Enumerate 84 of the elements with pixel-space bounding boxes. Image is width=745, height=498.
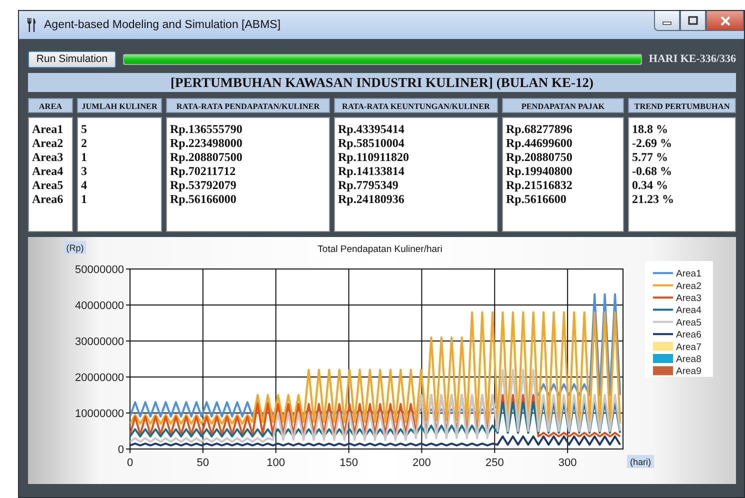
table-cell-text: Area6 xyxy=(32,192,64,206)
window-title: Agent-based Modeling and Simulation [ABMS] xyxy=(44,19,281,31)
axis-tick-label: 30000000 xyxy=(75,336,124,348)
table-cell-text: 0.34 % xyxy=(632,178,669,192)
axis-tick-label: 0 xyxy=(118,444,124,456)
column-header: JUMLAH KULINER xyxy=(77,98,162,113)
table-cell-text: Rp.44699600 xyxy=(506,136,574,150)
legend-line-icon xyxy=(653,308,673,311)
table-cell-text: -2.69 % xyxy=(632,136,673,150)
axis-tick-label: 20000000 xyxy=(75,372,124,384)
axis-tick-label: 0 xyxy=(126,457,134,469)
table-cell-text: Rp.70211712 xyxy=(170,164,237,178)
table-cell-text: Rp.136555790 xyxy=(170,122,244,136)
minimize-button[interactable] xyxy=(654,11,680,31)
table-cell-text: Rp.223498000 xyxy=(170,136,244,150)
legend-label: Area5 xyxy=(676,317,702,328)
table-cell-text: Rp.53792079 xyxy=(170,178,238,192)
day-counter: HARI KE-336/336 xyxy=(648,53,736,65)
table-cell-text: Rp.110911820 xyxy=(338,150,410,164)
table-cell-text: Area3 xyxy=(32,150,64,164)
table-cell-text: 4 xyxy=(81,178,88,192)
maximize-button[interactable] xyxy=(680,11,706,31)
x-axis-title: (hari) xyxy=(630,457,652,467)
table-cell-text: Rp.5616600 xyxy=(506,192,568,206)
axis-tick-label: 300 xyxy=(558,457,577,469)
table-cell-text: 1 xyxy=(81,150,88,164)
axis-tick-label: 100 xyxy=(266,457,286,469)
table-cell-text: Rp.43395414 xyxy=(338,122,406,136)
axis-tick-label: 50 xyxy=(196,457,210,469)
table-cell-text: Rp.19940800 xyxy=(506,164,574,178)
legend-label: Area4 xyxy=(676,305,702,316)
table-cell-text: 3 xyxy=(81,164,88,178)
maximize-icon xyxy=(688,16,698,25)
y-axis-title: (Rp) xyxy=(64,241,86,254)
axis-tick-label: 10000000 xyxy=(75,408,124,420)
table-cell-text: 18.8 % xyxy=(632,122,669,136)
table-cell-text: Rp.7795349 xyxy=(338,178,400,192)
table-cell-text: Rp.208807500 xyxy=(170,150,244,164)
legend-label: Area7 xyxy=(676,342,702,353)
table-cell-text: Rp.14133814 xyxy=(338,164,406,178)
legend-line-icon xyxy=(653,320,673,323)
column-header: RATA-RATA KEUNTUNGAN/KULINER xyxy=(334,98,498,113)
axis-tick-label: 50000000 xyxy=(75,264,124,276)
legend-label: Area2 xyxy=(676,280,702,292)
table-cell-text: Rp.56166000 xyxy=(170,192,238,206)
legend-label: Area9 xyxy=(676,366,702,378)
legend-line-icon xyxy=(653,284,673,286)
table-cell-text: Area1 xyxy=(32,122,64,136)
chart-title: Total Pendapatan Kuliner/hari xyxy=(318,244,442,255)
table-cell-text: 5.77 % xyxy=(632,150,669,164)
close-button[interactable] xyxy=(706,11,744,31)
table-cell-text: 2 xyxy=(81,136,88,150)
table-cell-text: Area5 xyxy=(32,178,64,192)
legend-line-icon xyxy=(653,296,673,298)
legend-label: Area3 xyxy=(676,293,702,304)
column-header: PENDAPATAN PAJAK xyxy=(502,98,624,113)
close-icon xyxy=(720,16,730,26)
table-cell-text: Rp.58510004 xyxy=(338,136,406,150)
legend-line-icon xyxy=(653,272,673,274)
legend-line-icon xyxy=(653,333,673,336)
table-cell-text: 5 xyxy=(81,122,88,136)
column-header: RATA-RATA PENDAPATAN/KULINER xyxy=(166,98,330,113)
table-cell-text: Area4 xyxy=(32,164,64,178)
table-cell-text: Rp.21516832 xyxy=(506,178,574,192)
run-simulation-button[interactable]: Run Simulation xyxy=(28,50,116,68)
axis-tick-label: 40000000 xyxy=(75,300,124,312)
axis-tick-label: 200 xyxy=(412,457,431,469)
column-header: AREA xyxy=(28,98,73,113)
table-cell-text: -0.68 % xyxy=(632,164,673,178)
legend-label: Area8 xyxy=(676,354,702,365)
table-cell-text: Rp.20880750 xyxy=(506,150,574,164)
x-axis-title: (hari) xyxy=(627,455,654,468)
fork-knife-icon xyxy=(27,18,36,32)
table-cell-text: Area2 xyxy=(32,136,64,150)
legend-label: Area1 xyxy=(676,268,702,280)
table-cell-text: Rp.68277896 xyxy=(506,122,574,136)
axis-tick-label: 250 xyxy=(485,457,504,469)
column-header: TREND PERTUMBUHAN xyxy=(628,98,736,113)
table-cell-text: 21.23 % xyxy=(632,192,675,206)
table-cell-text: 1 xyxy=(81,192,88,206)
table-cell-text: Rp.24180936 xyxy=(338,192,406,206)
axis-tick-label: 150 xyxy=(340,457,358,469)
legend-label: Area6 xyxy=(676,330,702,341)
section-heading: [PERTUMBUHAN KAWASAN INDUSTRI KULINER] (BULAN KE-12) xyxy=(28,73,736,92)
